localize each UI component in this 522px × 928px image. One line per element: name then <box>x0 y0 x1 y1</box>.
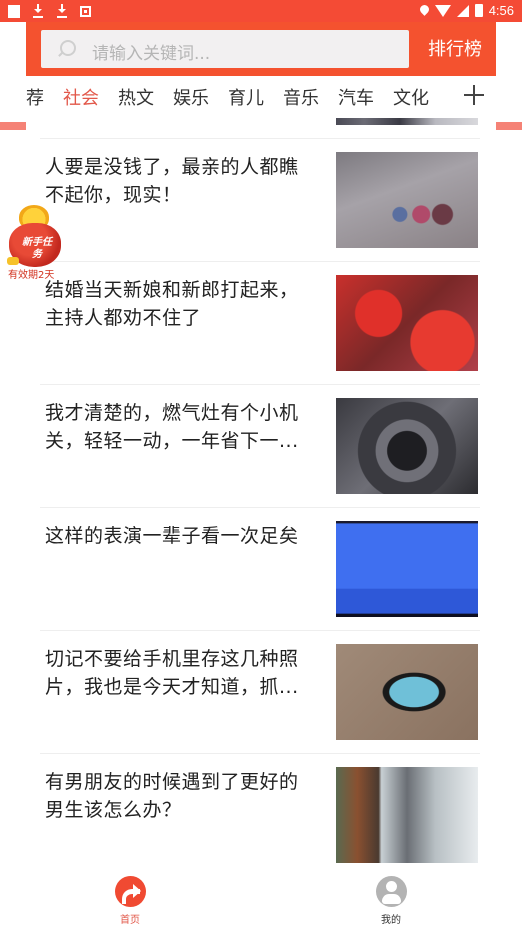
search-bar: 请输入关键词... 排行榜 <box>26 22 496 76</box>
download-icon <box>56 4 68 18</box>
news-title: 有男朋友的时候遇到了更好的男生该怎么办？ <box>45 771 299 821</box>
side-accent-right <box>496 122 522 130</box>
tab-recommend[interactable]: 荐 <box>26 84 44 110</box>
news-title: 结婚当天新娘和新郎打起来，主持人都劝不住了 <box>45 279 299 329</box>
news-thumbnail <box>336 398 478 494</box>
news-thumbnail <box>336 275 478 371</box>
tab-culture[interactable]: 文化 <box>393 84 429 110</box>
image-notification-icon <box>80 5 91 17</box>
user-icon <box>375 876 407 907</box>
wifi-icon <box>434 4 451 17</box>
list-item[interactable]: 这样的表演一辈子看一次足矣 <box>40 508 480 631</box>
status-time: 4:56 <box>488 3 514 18</box>
tab-parenting[interactable]: 育儿 <box>228 84 264 110</box>
news-thumbnail <box>336 644 478 740</box>
search-placeholder: 请输入关键词... <box>92 44 211 64</box>
notification-icons <box>8 4 91 18</box>
tab-entertainment[interactable]: 娱乐 <box>173 84 209 110</box>
list-item-partial[interactable] <box>40 118 480 139</box>
bottom-nav: 首页 我的 <box>0 870 522 928</box>
notification-square-icon <box>8 4 20 18</box>
location-icon <box>420 5 429 17</box>
list-item[interactable]: 有男朋友的时候遇到了更好的男生该怎么办？ <box>40 754 480 877</box>
news-title: 我才清楚的，燃气灶有个小机关，轻轻一动，一年省下一... <box>45 402 299 452</box>
list-item[interactable]: 我才清楚的，燃气灶有个小机关，轻轻一动，一年省下一... <box>40 385 480 508</box>
search-input[interactable]: 请输入关键词... <box>41 30 409 68</box>
nav-home[interactable]: 首页 <box>105 876 155 926</box>
badge-label: 新手任务 <box>22 237 52 260</box>
search-icon <box>60 40 76 56</box>
news-feed: 人要是没钱了，最亲的人都瞧不起你，现实！ 结婚当天新娘和新郎打起来，主持人都劝不… <box>40 118 480 877</box>
status-bar: 4:56 <box>0 0 522 22</box>
side-accent-left <box>0 122 26 130</box>
signal-icon <box>456 4 469 17</box>
news-title: 人要是没钱了，最亲的人都瞧不起你，现实！ <box>45 156 299 206</box>
system-icons: 4:56 <box>420 3 514 18</box>
nav-mine-label: 我的 <box>381 915 401 926</box>
news-thumbnail <box>336 152 478 248</box>
tab-music[interactable]: 音乐 <box>283 84 319 110</box>
category-tabs: 荐 社会 热文 娱乐 育儿 音乐 汽车 文化 <box>26 76 496 118</box>
nav-home-label: 首页 <box>120 915 140 926</box>
tab-auto[interactable]: 汽车 <box>338 84 374 110</box>
tab-hot[interactable]: 热文 <box>118 84 154 110</box>
coin-icon <box>7 257 19 265</box>
plus-icon[interactable] <box>464 85 484 105</box>
badge-caption: 有效期2天 <box>8 270 55 281</box>
share-arrow-icon <box>114 876 146 907</box>
news-title: 这样的表演一辈子看一次足矣 <box>45 525 299 547</box>
news-thumbnail <box>336 118 478 125</box>
news-title: 切记不要给手机里存这几种照片，我也是今天才知道，抓... <box>45 648 299 698</box>
list-item[interactable]: 切记不要给手机里存这几种照片，我也是今天才知道，抓... <box>40 631 480 754</box>
download-icon <box>32 4 44 18</box>
nav-mine[interactable]: 我的 <box>366 876 416 926</box>
header: 请输入关键词... 排行榜 荐 社会 热文 娱乐 育儿 音乐 汽车 文化 <box>26 22 496 118</box>
news-thumbnail <box>336 521 478 617</box>
tab-society[interactable]: 社会 <box>63 84 99 110</box>
list-item[interactable]: 结婚当天新娘和新郎打起来，主持人都劝不住了 <box>40 262 480 385</box>
battery-icon <box>474 4 483 17</box>
news-thumbnail <box>336 767 478 863</box>
newbie-task-badge[interactable]: 新手任务 有效期2天 <box>5 205 65 281</box>
ranking-button[interactable]: 排行榜 <box>428 35 482 61</box>
list-item[interactable]: 人要是没钱了，最亲的人都瞧不起你，现实！ <box>40 139 480 262</box>
